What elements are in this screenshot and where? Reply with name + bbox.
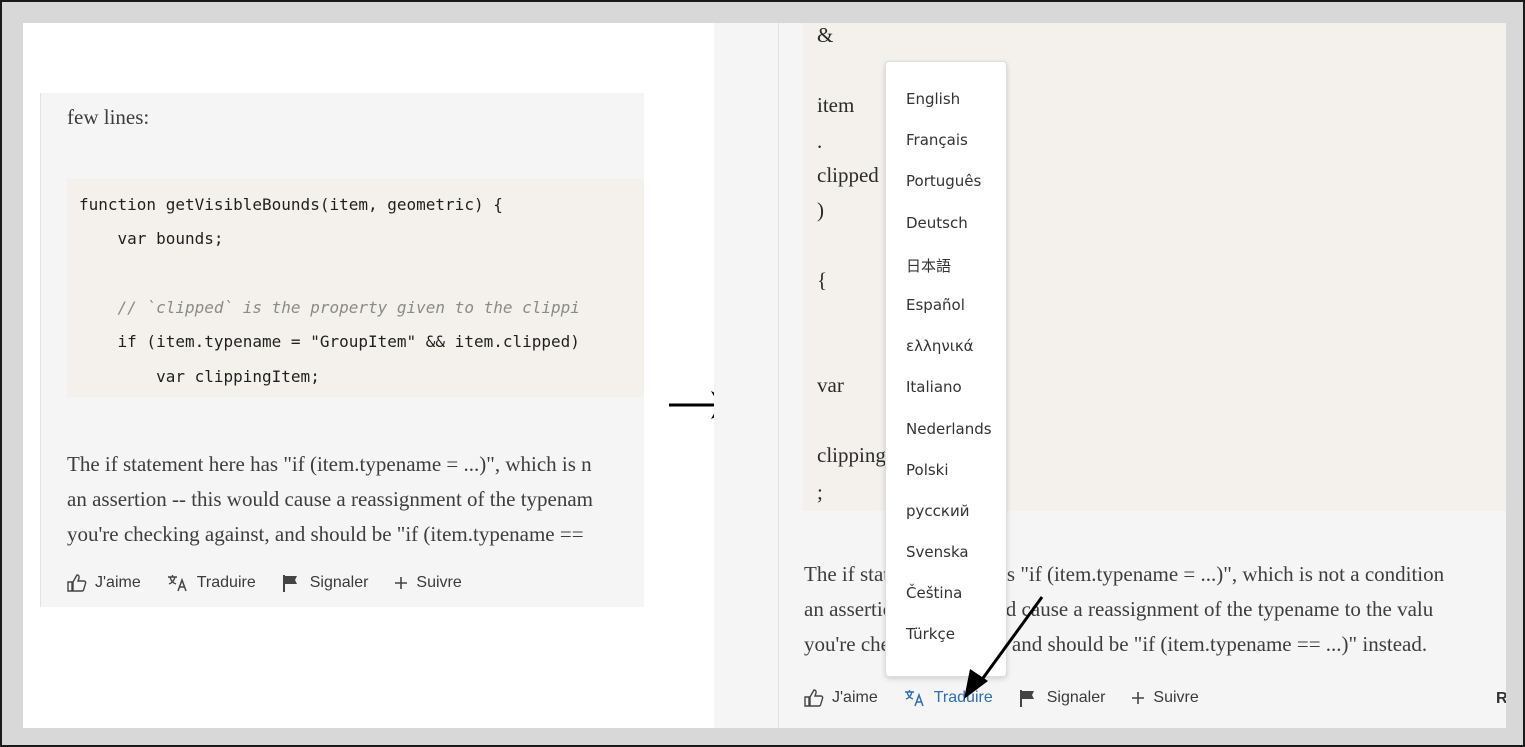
like-label: J'aime: [832, 689, 878, 706]
follow-label: Suivre: [416, 574, 462, 591]
code-token: clipping: [817, 443, 886, 467]
language-option[interactable]: Deutsch: [886, 214, 1006, 255]
report-label: Signaler: [309, 574, 369, 591]
code-comment: // `clipped` is the property given to th…: [79, 298, 580, 317]
language-option[interactable]: English: [886, 90, 1006, 131]
divider: [40, 93, 41, 607]
language-option[interactable]: Svenska: [886, 543, 1006, 584]
translate-icon: [904, 690, 924, 707]
code-line: if (item.typename = "GroupItem" && item.…: [79, 332, 580, 351]
right-post-panel: & item . clipped ) { var clipping ; The …: [714, 23, 1506, 728]
code-token: .: [817, 129, 823, 153]
language-option[interactable]: Español: [886, 296, 1006, 337]
code-token: ): [817, 198, 824, 222]
language-option[interactable]: Polski: [886, 461, 1006, 502]
follow-button[interactable]: Suivre: [394, 574, 462, 592]
report-button[interactable]: Signaler: [282, 574, 369, 592]
language-option[interactable]: Português: [886, 172, 1006, 213]
follow-label: Suivre: [1153, 689, 1199, 706]
code-token: {: [817, 268, 828, 292]
language-option[interactable]: Nederlands: [886, 420, 1006, 461]
left-post-panel: few lines: function getVisibleBounds(ite…: [40, 93, 644, 607]
post-paragraph: The if statement here has "if (item.type…: [67, 447, 644, 552]
like-button[interactable]: J'aime: [67, 574, 141, 592]
like-button[interactable]: J'aime: [804, 689, 878, 707]
translate-label: Traduire: [196, 574, 256, 591]
code-line: var bounds;: [79, 229, 224, 248]
code-line: var clippingItem;: [79, 367, 320, 386]
language-option[interactable]: ελληνικά: [886, 337, 1006, 378]
code-token: item: [817, 93, 855, 117]
canvas: few lines: function getVisibleBounds(ite…: [23, 23, 1506, 728]
follow-button[interactable]: Suivre: [1131, 689, 1199, 707]
code-line: function getVisibleBounds(item, geometri…: [79, 195, 503, 214]
code-token: &: [817, 23, 834, 47]
language-option[interactable]: Français: [886, 131, 1006, 172]
translate-button[interactable]: Traduire: [167, 574, 256, 592]
language-option[interactable]: русский: [886, 502, 1006, 543]
language-option[interactable]: 日本語: [886, 255, 1006, 296]
report-label: Signaler: [1046, 689, 1106, 706]
screenshot-frame: few lines: function getVisibleBounds(ite…: [0, 0, 1525, 747]
translate-icon: [167, 575, 187, 592]
paragraph-line: an assertion -- this would cause a reass…: [67, 487, 594, 511]
flag-icon: [282, 575, 297, 592]
plus-icon: [1132, 692, 1145, 704]
thumbs-up-icon: [804, 689, 824, 707]
paragraph-line: you're checking against, and should be "…: [67, 522, 584, 546]
thumbs-up-icon: [67, 574, 87, 592]
cut-off-action: R: [1496, 690, 1506, 707]
code-token: ;: [817, 480, 823, 504]
annotation-arrow-icon: [964, 596, 1044, 699]
plus-icon: [395, 577, 408, 589]
language-dropdown: English Français Português Deutsch 日本語 E…: [885, 61, 1007, 677]
like-label: J'aime: [95, 574, 141, 591]
intro-text: few lines:: [67, 105, 150, 129]
language-option[interactable]: Italiano: [886, 378, 1006, 419]
code-block: function getVisibleBounds(item, geometri…: [67, 179, 644, 397]
code-token: var: [817, 373, 844, 397]
paragraph-line: The if statement here has "if (item.type…: [67, 452, 592, 476]
code-token: clipped: [817, 163, 879, 187]
post-actions: J'aime Traduire Signaler Suivre: [67, 574, 488, 592]
divider: [778, 23, 779, 728]
